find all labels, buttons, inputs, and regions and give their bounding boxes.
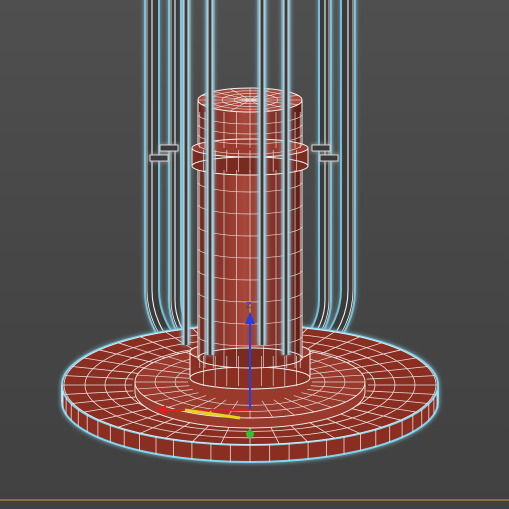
viewport-scene[interactable]: Z: [0, 0, 509, 509]
gizmo-z-label: Z: [246, 301, 252, 310]
3d-viewport[interactable]: Z: [0, 0, 509, 509]
gizmo-pivot[interactable]: [246, 430, 254, 438]
